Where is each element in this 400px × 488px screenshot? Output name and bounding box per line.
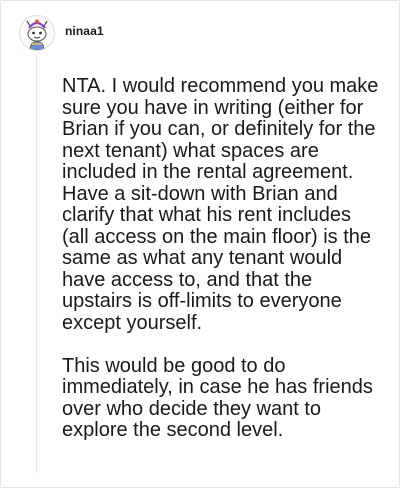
comment-card: ninaa1 NTA. I would recommend you make s… bbox=[0, 0, 400, 488]
thread-collapse-line[interactable] bbox=[36, 55, 37, 473]
comment-paragraph: NTA. I would recommend you make sure you… bbox=[62, 75, 379, 334]
comment-author-username[interactable]: ninaa1 bbox=[65, 24, 104, 38]
comment-paragraph: This would be good to do immediately, in… bbox=[62, 354, 373, 441]
comment-body: NTA. I would recommend you make sure you… bbox=[62, 75, 382, 442]
comment-header: ninaa1 bbox=[19, 15, 104, 51]
avatar-graphic bbox=[26, 19, 48, 50]
snoo-avatar-icon[interactable] bbox=[19, 15, 55, 51]
